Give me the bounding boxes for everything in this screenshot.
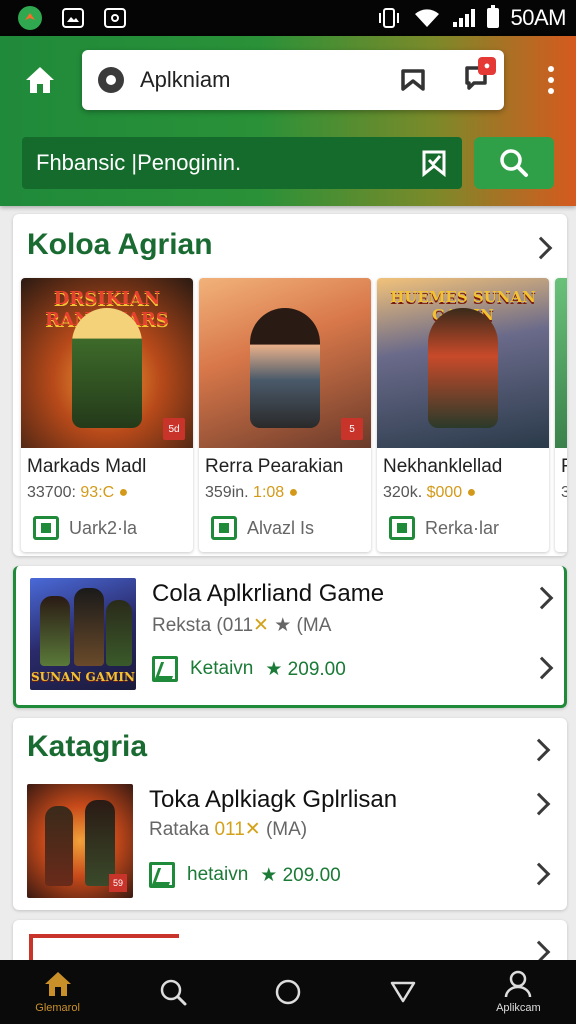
- category-section: Katagria 59 Toka Aplkiagk Gplrlisan Rata…: [13, 718, 567, 910]
- overflow-menu-button[interactable]: [548, 66, 554, 94]
- game-action[interactable]: [555, 502, 567, 540]
- game-icon: [33, 516, 59, 540]
- game-card[interactable]: 5 Rerra Pearakian 359in. 1:08 ● Alvazl I…: [199, 278, 371, 552]
- notification-badge: ●: [478, 56, 496, 75]
- game-price: 359in. 1:08 ●: [205, 484, 299, 501]
- home-button[interactable]: [20, 60, 60, 100]
- app-title: Cola Aplkrliand Game: [152, 580, 385, 607]
- chevron-right-icon[interactable]: [530, 586, 554, 610]
- section-title: Katagria: [27, 730, 148, 763]
- search-icon: [160, 979, 187, 1006]
- nav-home[interactable]: Glemarol: [0, 960, 115, 1024]
- game-icon: [389, 516, 415, 540]
- app-subtitle: Reksta (011✕ ★ (MA: [152, 615, 332, 636]
- game-thumbnail: DRSIKIAN RANISKARS 5d: [21, 278, 193, 448]
- install-action[interactable]: hetaivn ★ 209.00: [149, 862, 341, 888]
- nav-profile[interactable]: Aplikcam: [461, 960, 576, 1024]
- search-bar[interactable]: Aplkniam ●: [82, 50, 504, 110]
- app-title: Toka Aplkiagk Gplrlisan: [149, 786, 398, 813]
- game-thumbnail: 5: [199, 278, 371, 448]
- price: ★ 209.00: [260, 864, 341, 886]
- game-price: 33700: 93:C ●: [27, 484, 129, 501]
- game-card[interactable]: DRSIKIAN RANISKARS 5d Markads Madl 33700…: [21, 278, 193, 552]
- triangle-icon: [390, 981, 416, 1003]
- location-icon: [98, 67, 124, 93]
- game-thumbnail: [555, 278, 567, 448]
- camera-icon: [104, 8, 126, 28]
- clock: 50AM: [510, 5, 567, 30]
- store-icon: [152, 656, 178, 682]
- status-bar: 50AM: [0, 0, 576, 36]
- search-input[interactable]: Aplkniam: [140, 67, 230, 93]
- notifications-button[interactable]: ●: [464, 56, 496, 96]
- bookmark-button[interactable]: [400, 68, 426, 92]
- game-action[interactable]: Alvazl Is: [199, 502, 371, 540]
- chevron-right-icon[interactable]: [529, 236, 553, 260]
- app-thumbnail: SUNAN GAMIN: [30, 578, 136, 690]
- battery-icon: [486, 5, 499, 28]
- app-list-item[interactable]: SUNAN GAMIN Cola Aplkrliand Game Reksta …: [13, 566, 567, 708]
- game-price: 320k. $000 ●: [383, 484, 477, 501]
- game-action[interactable]: Uark2·la: [21, 502, 193, 540]
- signal-icon: [452, 9, 475, 27]
- photo-icon: [62, 8, 84, 28]
- bookmark-check-icon[interactable]: [420, 149, 448, 177]
- circle-icon: [275, 979, 301, 1005]
- game-name: Markads Madl: [27, 456, 147, 477]
- price: ★ 209.00: [265, 658, 346, 680]
- game-name: Nekhanklellad: [383, 456, 503, 477]
- game-name: Rerra Pearakian: [205, 456, 344, 477]
- app-notification-icon: [18, 6, 42, 30]
- store-icon: [149, 862, 175, 888]
- game-action[interactable]: Rerka·lar: [377, 502, 549, 540]
- filter-bar[interactable]: Fhbansic |Penoginin.: [22, 137, 462, 189]
- app-subtitle: Rataka 011✕ (MA): [149, 819, 308, 840]
- search-button[interactable]: [474, 137, 554, 189]
- game-card[interactable]: Fk 39: [555, 278, 567, 552]
- game-name: Fk: [561, 456, 567, 477]
- chevron-right-icon[interactable]: [527, 792, 551, 816]
- chevron-right-icon[interactable]: [527, 738, 551, 762]
- search-icon: [500, 149, 528, 177]
- profile-icon: [505, 970, 532, 998]
- home-icon: [26, 67, 54, 93]
- chevron-right-icon[interactable]: [527, 862, 551, 886]
- section-title: Koloa Agrian: [27, 228, 213, 261]
- game-thumbnail: HUEMES SUNAN GAMIN: [377, 278, 549, 448]
- nav-circle[interactable]: [230, 960, 345, 1024]
- nav-back[interactable]: [346, 960, 461, 1024]
- install-action[interactable]: Ketaivn ★ 209.00: [152, 656, 346, 682]
- app-header: Aplkniam ● Fhbansic |Penoginin.: [0, 36, 576, 206]
- featured-section: Koloa Agrian DRSIKIAN RANISKARS 5d Marka…: [13, 214, 567, 556]
- filter-text: Fhbansic |Penoginin.: [36, 150, 242, 175]
- nav-search[interactable]: [115, 960, 230, 1024]
- wifi-icon: [414, 9, 439, 27]
- game-price: 39: [561, 484, 567, 501]
- game-card[interactable]: HUEMES SUNAN GAMIN Nekhanklellad 320k. $…: [377, 278, 549, 552]
- game-icon: [211, 516, 237, 540]
- bottom-navigation: Glemarol Aplikcam: [0, 960, 576, 1024]
- vibrate-icon: [378, 8, 399, 28]
- home-icon: [44, 972, 71, 996]
- app-thumbnail: 59: [27, 784, 133, 898]
- chevron-right-icon[interactable]: [530, 656, 554, 680]
